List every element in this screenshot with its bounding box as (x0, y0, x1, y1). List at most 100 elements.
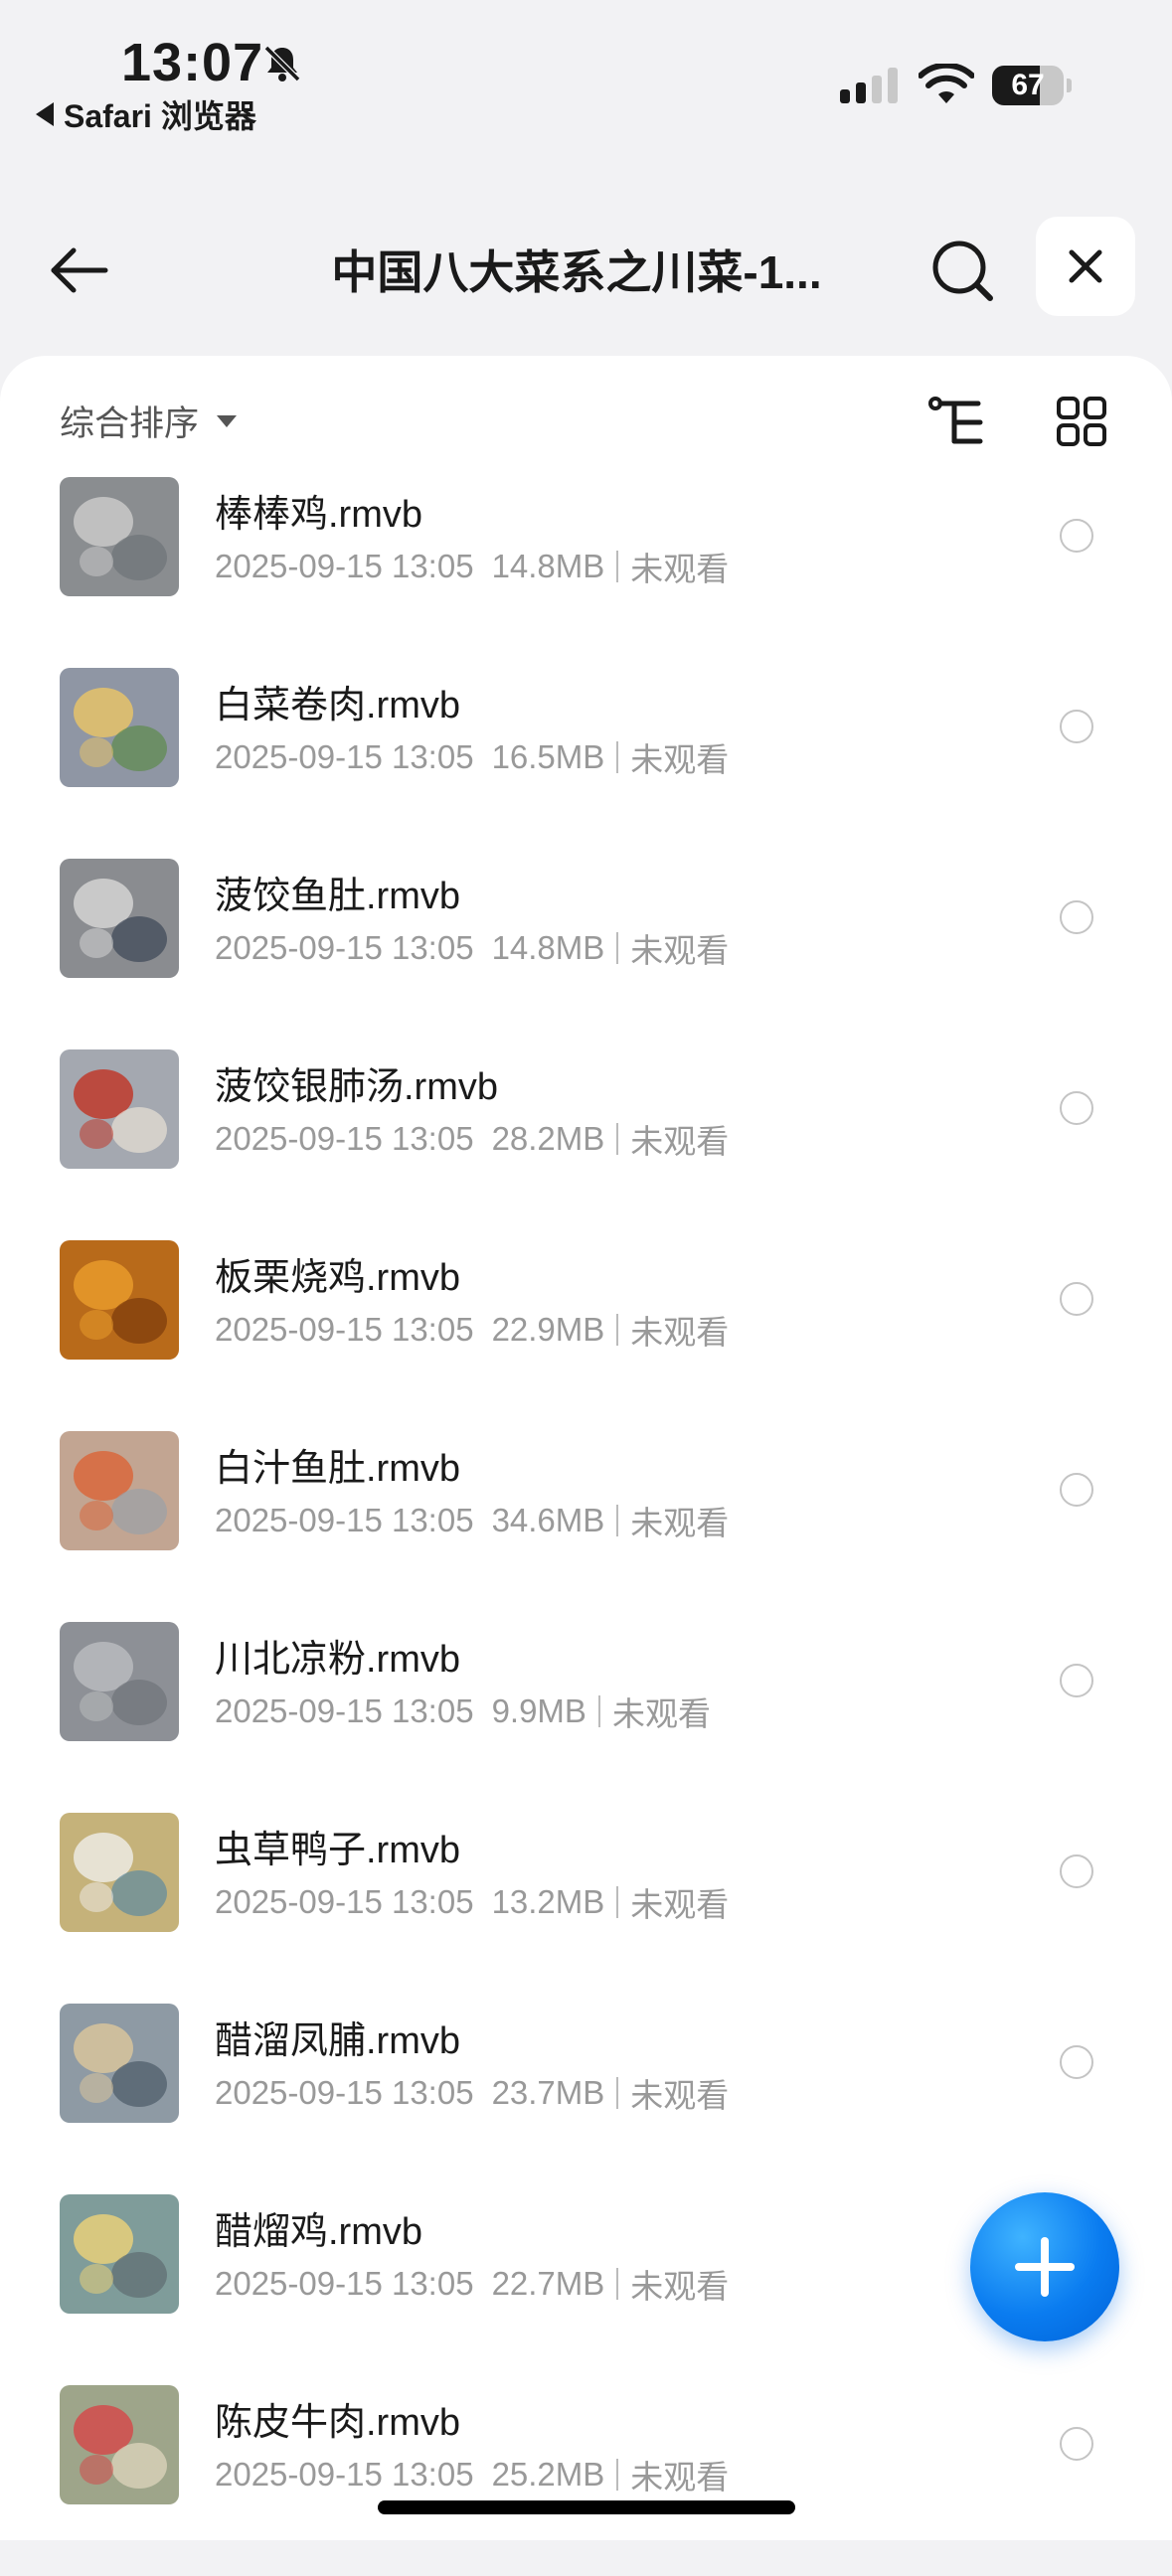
video-thumbnail (60, 1431, 179, 1550)
file-date: 2025-09-15 13:05 (215, 1120, 474, 1157)
meta-divider (616, 2268, 619, 2300)
watch-status: 未观看 (611, 1695, 711, 1732)
file-size: 34.6MB (491, 1502, 605, 1538)
file-row[interactable]: 陈皮牛肉.rmvb 2025-09-15 13:05 25.2MB 未观看 (0, 2385, 1172, 2576)
sort-label: 综合排序 (60, 404, 200, 443)
select-radio[interactable] (1060, 1664, 1093, 1697)
battery-icon: 67 (992, 66, 1072, 105)
file-row[interactable]: 白菜卷肉.rmvb 2025-09-15 13:05 16.5MB 未观看 (0, 668, 1172, 859)
file-name: 白汁鱼肚.rmvb (215, 1448, 461, 1490)
watch-status: 未观看 (630, 1123, 730, 1160)
file-size: 13.2MB (491, 1883, 605, 1920)
list-toolbar: 综合排序 (0, 356, 1172, 475)
file-size: 16.5MB (491, 738, 605, 775)
file-meta: 2025-09-15 13:05 13.2MB 未观看 (215, 1878, 729, 1926)
meta-divider (616, 2077, 619, 2109)
file-date: 2025-09-15 13:05 (215, 1502, 474, 1538)
back-to-safari-button[interactable]: Safari 浏览器 (36, 91, 256, 137)
meta-divider (616, 1123, 619, 1155)
watch-status: 未观看 (630, 1886, 730, 1923)
file-name: 棒棒鸡.rmvb (215, 494, 423, 536)
file-meta: 2025-09-15 13:05 23.7MB 未观看 (215, 2069, 729, 2117)
file-name: 菠饺银肺汤.rmvb (215, 1066, 499, 1108)
grid-view-icon[interactable] (1056, 396, 1107, 447)
video-thumbnail (60, 477, 179, 596)
search-icon[interactable] (926, 235, 998, 306)
meta-divider (616, 1314, 619, 1346)
video-thumbnail (60, 2004, 179, 2123)
meta-divider (616, 2459, 619, 2491)
file-row[interactable]: 川北凉粉.rmvb 2025-09-15 13:05 9.9MB 未观看 (0, 1622, 1172, 1813)
watch-status: 未观看 (630, 2459, 730, 2496)
back-arrow-icon[interactable] (44, 235, 115, 306)
file-size: 9.9MB (491, 1692, 586, 1729)
video-thumbnail (60, 1622, 179, 1741)
file-name: 陈皮牛肉.rmvb (215, 2402, 461, 2444)
file-name: 板栗烧鸡.rmvb (215, 1257, 461, 1299)
file-date: 2025-09-15 13:05 (215, 1311, 474, 1348)
file-date: 2025-09-15 13:05 (215, 1883, 474, 1920)
video-thumbnail (60, 859, 179, 978)
nav-header: 中国八大菜系之川菜-1... (0, 209, 1172, 328)
file-row[interactable]: 菠饺银肺汤.rmvb 2025-09-15 13:05 28.2MB 未观看 (0, 1049, 1172, 1240)
file-name: 醋熘鸡.rmvb (215, 2211, 423, 2253)
select-radio[interactable] (1060, 519, 1093, 553)
battery-level: 67 (1011, 69, 1045, 101)
select-radio[interactable] (1060, 1473, 1093, 1507)
watch-status: 未观看 (630, 1314, 730, 1351)
sort-dropdown[interactable]: 综合排序 (60, 396, 238, 446)
video-thumbnail (60, 1813, 179, 1932)
file-meta: 2025-09-15 13:05 22.7MB 未观看 (215, 2260, 729, 2308)
page-title: 中国八大菜系之川菜-1... (331, 246, 822, 298)
file-size: 22.7MB (491, 2265, 605, 2302)
select-radio[interactable] (1060, 1091, 1093, 1125)
wifi-icon (919, 64, 974, 103)
caret-down-icon (217, 414, 238, 427)
select-radio[interactable] (1060, 710, 1093, 743)
file-size: 25.2MB (491, 2456, 605, 2493)
file-row[interactable]: 棒棒鸡.rmvb 2025-09-15 13:05 14.8MB 未观看 (0, 477, 1172, 668)
status-time: 13:07 (121, 33, 264, 92)
file-meta: 2025-09-15 13:05 9.9MB 未观看 (215, 1688, 711, 1735)
file-row[interactable]: 醋溜凤脯.rmvb 2025-09-15 13:05 23.7MB 未观看 (0, 2004, 1172, 2194)
add-button[interactable] (970, 2192, 1119, 2341)
select-radio[interactable] (1060, 1282, 1093, 1316)
video-thumbnail (60, 1240, 179, 1360)
file-meta: 2025-09-15 13:05 22.9MB 未观看 (215, 1306, 729, 1354)
video-thumbnail (60, 2385, 179, 2504)
watch-status: 未观看 (630, 2077, 730, 2114)
select-radio[interactable] (1060, 900, 1093, 934)
watch-status: 未观看 (630, 551, 730, 587)
select-radio[interactable] (1060, 2045, 1093, 2079)
file-date: 2025-09-15 13:05 (215, 548, 474, 584)
video-thumbnail (60, 1049, 179, 1169)
file-size: 14.8MB (491, 548, 605, 584)
file-date: 2025-09-15 13:05 (215, 1692, 474, 1729)
watch-status: 未观看 (630, 741, 730, 778)
file-row[interactable]: 虫草鸭子.rmvb 2025-09-15 13:05 13.2MB 未观看 (0, 1813, 1172, 2004)
tree-view-icon[interactable] (928, 396, 988, 451)
file-size: 28.2MB (491, 1120, 605, 1157)
file-meta: 2025-09-15 13:05 25.2MB 未观看 (215, 2451, 729, 2498)
select-radio[interactable] (1060, 1854, 1093, 1888)
status-bar: 13:07 Safari 浏览器 67 (0, 0, 1172, 139)
file-row[interactable]: 白汁鱼肚.rmvb 2025-09-15 13:05 34.6MB 未观看 (0, 1431, 1172, 1622)
meta-divider (616, 551, 619, 582)
file-meta: 2025-09-15 13:05 28.2MB 未观看 (215, 1115, 729, 1163)
meta-divider (616, 1886, 619, 1918)
home-indicator (378, 2500, 795, 2514)
file-date: 2025-09-15 13:05 (215, 2074, 474, 2111)
video-thumbnail (60, 2194, 179, 2314)
watch-status: 未观看 (630, 2268, 730, 2305)
select-radio[interactable] (1060, 2427, 1093, 2461)
meta-divider (616, 741, 619, 773)
file-name: 白菜卷肉.rmvb (215, 685, 461, 726)
file-row[interactable]: 菠饺鱼肚.rmvb 2025-09-15 13:05 14.8MB 未观看 (0, 859, 1172, 1049)
close-button[interactable] (1036, 217, 1135, 316)
file-date: 2025-09-15 13:05 (215, 929, 474, 966)
file-date: 2025-09-15 13:05 (215, 738, 474, 775)
file-row[interactable]: 板栗烧鸡.rmvb 2025-09-15 13:05 22.9MB 未观看 (0, 1240, 1172, 1431)
file-size: 14.8MB (491, 929, 605, 966)
meta-divider (616, 1505, 619, 1536)
file-name: 菠饺鱼肚.rmvb (215, 876, 461, 917)
